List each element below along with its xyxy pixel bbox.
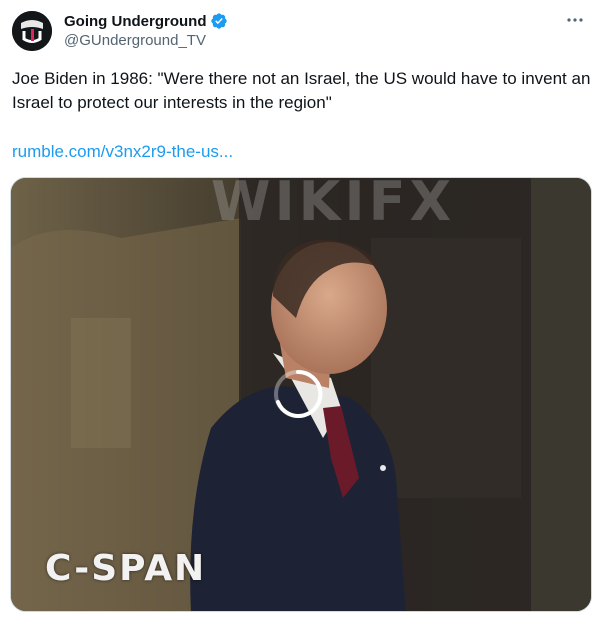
- tweet-link[interactable]: rumble.com/v3nx2r9-the-us...: [12, 140, 233, 164]
- avatar[interactable]: [12, 11, 52, 51]
- loading-spinner-icon: [270, 366, 326, 422]
- tweet-card: Going Underground @GUnderground_TV Joe B…: [0, 0, 600, 618]
- more-options-icon[interactable]: [564, 12, 586, 28]
- broadcaster-logo: C-SPAN: [45, 548, 207, 589]
- author-display-name[interactable]: Going Underground: [64, 13, 206, 30]
- author-name-row: Going Underground: [64, 10, 228, 32]
- tweet-text: Joe Biden in 1986: "Were there not an Is…: [12, 69, 591, 112]
- author-handle[interactable]: @GUnderground_TV: [64, 32, 206, 49]
- verified-badge-icon: [210, 12, 228, 30]
- avatar-logo: [12, 11, 52, 51]
- video-player[interactable]: WIKIFX C-SPAN: [10, 177, 592, 612]
